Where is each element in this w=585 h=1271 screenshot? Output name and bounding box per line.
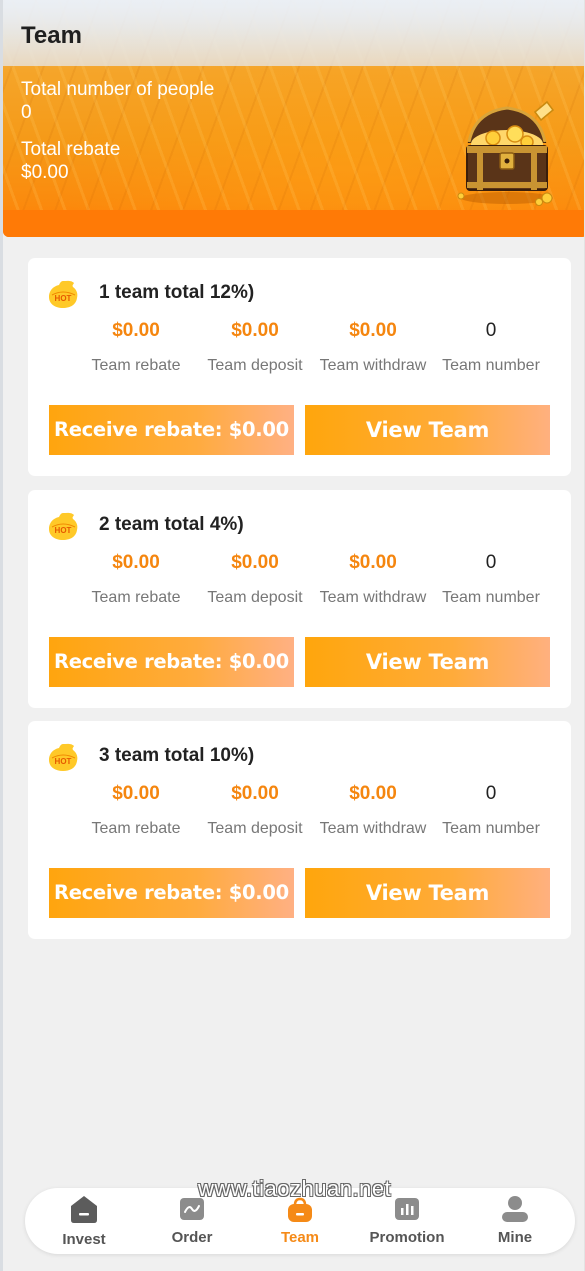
receive-rebate-button[interactable]: Receive rebate: $0.00: [49, 405, 294, 455]
nav-label-promotion: Promotion: [369, 1229, 445, 1246]
team-deposit-value: $0.00: [231, 320, 279, 341]
receive-rebate-button[interactable]: Receive rebate: $0.00: [49, 868, 294, 918]
team-deposit-value: $0.00: [231, 783, 279, 804]
treasure-chest-icon: [457, 100, 555, 206]
team-card-1: HOT 1 team total 12%) $0.00 $0.00 $0.00 …: [28, 258, 571, 476]
team-withdraw-label: Team withdraw: [319, 357, 427, 374]
summary-banner: Team Total number of people 0 Total reba…: [3, 0, 584, 237]
team-rebate-value: $0.00: [112, 783, 160, 804]
view-team-button[interactable]: View Team: [305, 637, 550, 687]
hot-badge-text: HOT: [55, 294, 72, 303]
team-rebate-label: Team rebate: [91, 589, 181, 606]
total-people-value: 0: [21, 102, 32, 123]
promotion-icon: [395, 1198, 419, 1220]
team-page: Team Total number of people 0 Total reba…: [0, 0, 585, 1271]
view-team-button[interactable]: View Team: [305, 405, 550, 455]
nav-label-order: Order: [171, 1229, 213, 1246]
nav-label-invest: Invest: [62, 1231, 106, 1248]
total-people-label: Total number of people: [21, 79, 215, 100]
team-number-value: 0: [485, 552, 497, 573]
team-number-label: Team number: [442, 589, 540, 606]
team-card-2: HOT 2 team total 4%) $0.00 $0.00 $0.00 0…: [28, 490, 571, 708]
nav-label-mine: Mine: [497, 1229, 533, 1246]
hot-icon: HOT: [49, 280, 78, 308]
team-number-label: Team number: [442, 820, 540, 837]
total-rebate-value: $0.00: [21, 162, 69, 183]
team-title: 3 team total 10%): [99, 745, 255, 766]
team-rebate-value: $0.00: [112, 320, 160, 341]
team-number-value: 0: [485, 783, 497, 804]
team-withdraw-value: $0.00: [349, 783, 397, 804]
nav-item-mine[interactable]: Mine: [460, 1188, 570, 1254]
team-withdraw-label: Team withdraw: [319, 820, 427, 837]
team-number-label: Team number: [442, 357, 540, 374]
team-withdraw-label: Team withdraw: [319, 589, 427, 606]
team-number-value: 0: [485, 320, 497, 341]
invest-icon: [71, 1196, 97, 1223]
page-title: Team: [21, 22, 82, 49]
receive-rebate-button[interactable]: Receive rebate: $0.00: [49, 637, 294, 687]
team-withdraw-value: $0.00: [349, 552, 397, 573]
team-deposit-label: Team deposit: [207, 589, 303, 606]
team-rebate-label: Team rebate: [91, 820, 181, 837]
hot-icon: HOT: [49, 512, 78, 540]
hot-badge-text: HOT: [55, 757, 72, 766]
team-withdraw-value: $0.00: [349, 320, 397, 341]
total-rebate-label: Total rebate: [21, 139, 121, 160]
hot-badge-text: HOT: [55, 526, 72, 535]
mine-icon: [502, 1196, 528, 1222]
team-title: 2 team total 4%): [99, 514, 244, 535]
team-card-3: HOT 3 team total 10%) $0.00 $0.00 $0.00 …: [28, 721, 571, 939]
nav-label-team: Team: [280, 1229, 320, 1246]
banner-strip: [3, 210, 584, 237]
hot-icon: HOT: [49, 743, 78, 771]
watermark-text: www.tiaozhuan.net: [198, 1176, 392, 1201]
team-deposit-label: Team deposit: [207, 820, 303, 837]
team-deposit-label: Team deposit: [207, 357, 303, 374]
team-rebate-value: $0.00: [112, 552, 160, 573]
team-title: 1 team total 12%): [99, 282, 255, 303]
team-rebate-label: Team rebate: [91, 357, 181, 374]
team-deposit-value: $0.00: [231, 552, 279, 573]
view-team-button[interactable]: View Team: [305, 868, 550, 918]
top-bar: Team: [3, 0, 584, 66]
nav-item-invest[interactable]: Invest: [29, 1188, 139, 1254]
